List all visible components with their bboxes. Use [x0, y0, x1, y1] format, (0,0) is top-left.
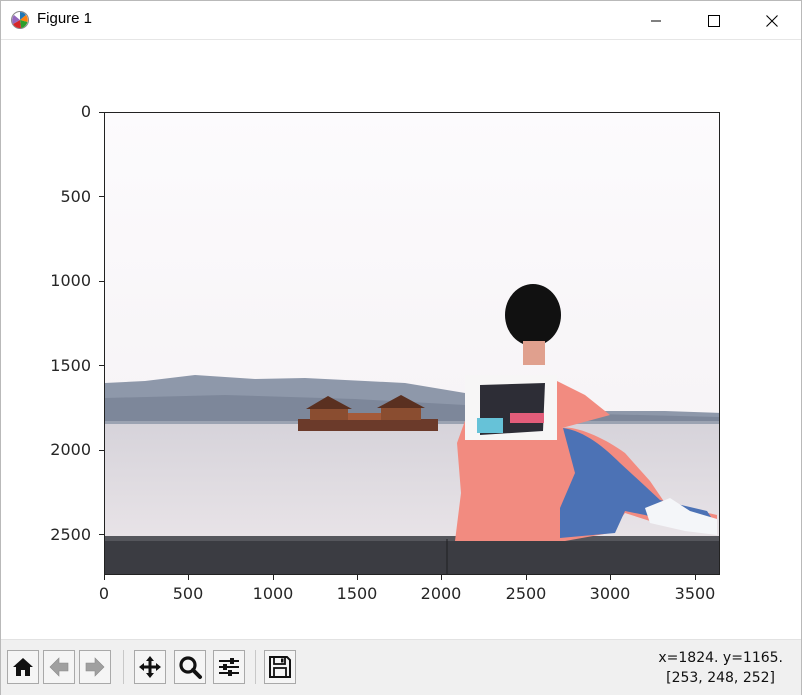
close-button[interactable]: [743, 1, 801, 40]
title-bar[interactable]: Figure 1: [1, 1, 801, 40]
x-tick-mark: [104, 575, 105, 580]
magnifier-icon: [179, 656, 202, 679]
image-axes[interactable]: [104, 112, 720, 575]
displayed-photo: [105, 113, 719, 574]
x-tick-label: 3500: [674, 584, 716, 603]
figure-window: Figure 1 0 500 1000 1500 2000 2500 0 500…: [0, 0, 802, 695]
pan-button[interactable]: [134, 650, 166, 684]
minimize-icon: [651, 20, 661, 21]
arrow-right-icon: [85, 657, 105, 677]
configure-subplots-button[interactable]: [213, 650, 245, 684]
cursor-coordinates: x=1824. y=1165.: [658, 650, 783, 666]
x-tick-label: 1500: [336, 584, 378, 603]
x-tick-label: 1000: [252, 584, 294, 603]
x-tick-label: 0: [98, 584, 110, 603]
y-tick-label: 1000: [50, 271, 91, 290]
floppy-disk-icon: [269, 656, 291, 678]
sliders-icon: [219, 658, 239, 676]
x-tick-mark: [610, 575, 611, 580]
close-icon: [766, 14, 778, 27]
window-title: Figure 1: [37, 10, 93, 27]
y-tick-label: 1500: [50, 356, 91, 375]
y-tick-label: 0: [80, 102, 91, 121]
minimize-button[interactable]: [627, 1, 685, 40]
home-button[interactable]: [7, 650, 39, 684]
forward-button[interactable]: [79, 650, 111, 684]
y-tick-label: 2500: [50, 525, 91, 544]
y-tick-mark: [99, 365, 104, 366]
y-tick-mark: [99, 534, 104, 535]
pixel-value-readout: [253, 248, 252]: [666, 670, 775, 686]
x-tick-label: 2500: [505, 584, 547, 603]
toolbar-separator: [255, 650, 256, 684]
y-tick-mark: [99, 450, 104, 451]
x-tick-mark: [441, 575, 442, 580]
x-tick-mark: [695, 575, 696, 580]
arrow-left-icon: [49, 657, 69, 677]
x-tick-mark: [357, 575, 358, 580]
maximize-icon: [708, 14, 720, 27]
x-tick-mark: [526, 575, 527, 580]
x-tick-mark: [188, 575, 189, 580]
y-tick-mark: [99, 112, 104, 113]
matplotlib-logo-icon: [10, 10, 30, 30]
navigation-toolbar: x=1824. y=1165. [253, 248, 252]: [1, 639, 801, 695]
x-tick-mark: [273, 575, 274, 580]
save-button[interactable]: [264, 650, 296, 684]
figure-canvas[interactable]: 0 500 1000 1500 2000 2500 0 500 1000 150…: [1, 41, 801, 639]
y-tick-mark: [99, 196, 104, 197]
move-icon: [139, 656, 161, 678]
y-tick-label: 2000: [50, 440, 91, 459]
zoom-button[interactable]: [174, 650, 206, 684]
y-tick-mark: [99, 281, 104, 282]
toolbar-separator: [123, 650, 124, 684]
x-tick-label: 3000: [589, 584, 631, 603]
maximize-button[interactable]: [685, 1, 743, 40]
back-button[interactable]: [43, 650, 75, 684]
y-tick-label: 500: [60, 187, 91, 206]
x-tick-label: 500: [172, 584, 204, 603]
x-tick-label: 2000: [420, 584, 462, 603]
home-icon: [13, 658, 33, 676]
